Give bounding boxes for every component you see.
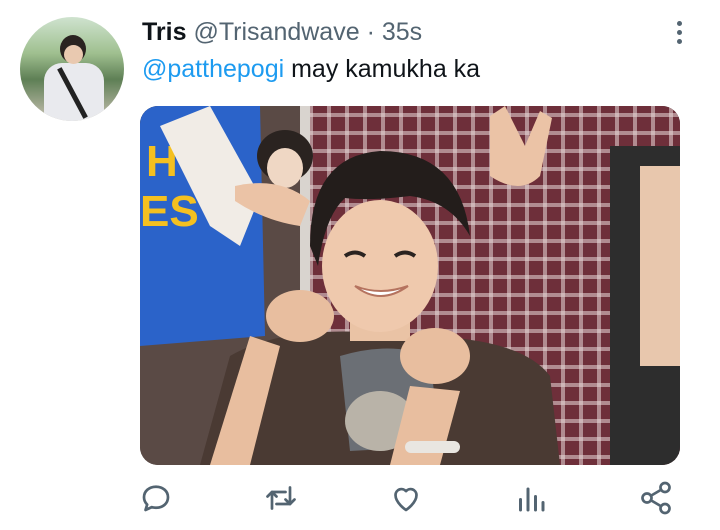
views-icon[interactable]	[513, 480, 549, 516]
tweet-timestamp[interactable]: 35s	[382, 18, 422, 46]
share-icon[interactable]	[638, 480, 674, 516]
separator-dot: ·	[366, 18, 375, 46]
tweet-text: @patthepogi may kamukha ka	[142, 55, 480, 84]
photo-illustration: H ES	[140, 106, 680, 465]
svg-text:ES: ES	[140, 187, 199, 236]
retweet-icon[interactable]	[263, 480, 299, 516]
tweet-actions-bar	[0, 468, 720, 528]
tweet-body-text: may kamukha ka	[284, 55, 481, 83]
tweet-photo[interactable]: H ES	[140, 106, 680, 465]
more-options-icon[interactable]	[669, 18, 689, 48]
avatar[interactable]	[20, 17, 124, 121]
like-icon[interactable]	[388, 480, 424, 516]
reply-icon[interactable]	[138, 480, 174, 516]
tweet-header: Tris @Trisandwave · 35s	[142, 18, 422, 47]
avatar-figure-face	[64, 45, 83, 64]
mention-link[interactable]: @patthepogi	[142, 55, 284, 83]
display-name[interactable]: Tris	[142, 18, 186, 46]
user-handle[interactable]: @Trisandwave	[193, 18, 359, 46]
